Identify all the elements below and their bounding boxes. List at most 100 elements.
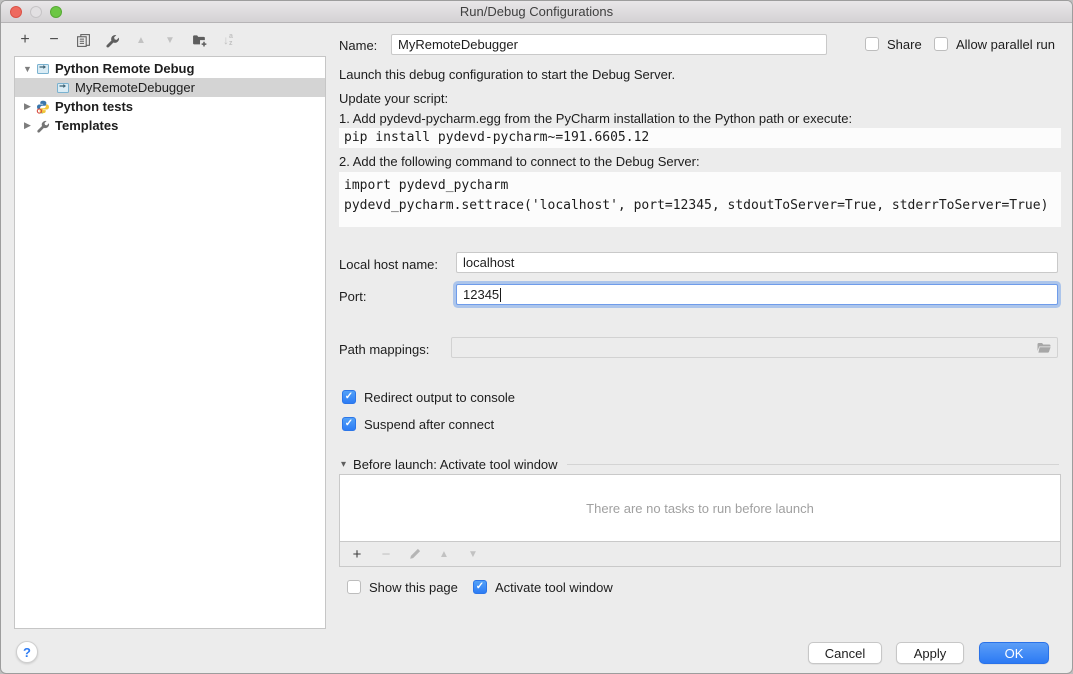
update-script-text: Update your script: <box>339 91 448 106</box>
templates-wrench-icon <box>36 119 50 133</box>
name-input[interactable]: MyRemoteDebugger <box>391 34 827 55</box>
configurations-tree: ▼ Python Remote Debug MyRemoteDebu <box>14 56 326 629</box>
name-input-value: MyRemoteDebugger <box>398 37 518 52</box>
move-task-up-button: ▲ <box>436 546 452 562</box>
run-debug-configurations-dialog: Run/Debug Configurations + − ▲ ▼ <box>0 0 1073 674</box>
before-launch-toolbar: + − ▲ ▼ <box>339 542 1061 567</box>
move-up-icon: ▲ <box>439 549 449 560</box>
tree-item-templates[interactable]: ▶ Templates <box>15 116 325 135</box>
add-configuration-button[interactable]: + <box>17 32 33 48</box>
path-mappings-input[interactable] <box>451 337 1058 358</box>
help-icon: ? <box>23 645 31 660</box>
local-host-name-value: localhost <box>463 255 514 270</box>
settrace-code-block: import pydevd_pycharm pydevd_pycharm.set… <box>339 172 1061 227</box>
minimize-window-button <box>30 6 42 18</box>
show-this-page-label: Show this page <box>369 580 458 595</box>
suspend-after-connect-label: Suspend after connect <box>364 417 494 432</box>
close-window-button[interactable] <box>10 6 22 18</box>
share-checkbox-row: ✓ Share <box>865 36 922 52</box>
move-up-icon: ▲ <box>136 35 146 46</box>
sort-az-icon: ↓ az <box>223 33 233 47</box>
tree-item-python-tests[interactable]: ▶ Python tests <box>15 97 325 116</box>
move-down-button: ▼ <box>162 32 178 48</box>
activate-tool-window-row: ✓ Activate tool window <box>473 579 613 595</box>
path-mappings-label: Path mappings: <box>339 342 429 357</box>
remove-task-button: − <box>378 546 394 562</box>
show-this-page-row: ✓ Show this page <box>347 579 458 595</box>
ok-button-label: OK <box>1005 646 1024 661</box>
redirect-output-row: ✓ Redirect output to console <box>342 389 515 405</box>
pencil-icon <box>408 547 422 561</box>
show-this-page-checkbox[interactable]: ✓ <box>347 580 361 594</box>
folder-icon <box>1036 340 1052 356</box>
port-value: 12345 <box>463 287 499 302</box>
move-task-down-button: ▼ <box>465 546 481 562</box>
remove-configuration-button[interactable]: − <box>46 32 62 48</box>
check-icon: ✓ <box>476 582 484 592</box>
zoom-window-button[interactable] <box>50 6 62 18</box>
code-import-line: import pydevd_pycharm <box>344 176 1061 196</box>
share-checkbox[interactable]: ✓ <box>865 37 879 51</box>
step1-text: 1. Add pydevd-pycharm.egg from the PyCha… <box>339 111 852 126</box>
before-launch-title: Before launch: Activate tool window <box>353 457 558 472</box>
section-divider <box>567 464 1059 465</box>
before-launch-task-list[interactable]: There are no tasks to run before launch <box>339 474 1061 542</box>
expanded-twisty-icon[interactable]: ▼ <box>21 64 34 74</box>
move-up-button: ▲ <box>133 32 149 48</box>
check-icon: ✓ <box>345 419 353 429</box>
configurations-toolbar: + − ▲ ▼ ↓ az <box>14 26 236 54</box>
edit-templates-button[interactable] <box>104 32 120 48</box>
tree-item-label: MyRemoteDebugger <box>75 80 195 95</box>
share-label: Share <box>887 37 922 52</box>
wrench-icon <box>105 33 120 48</box>
ok-button[interactable]: OK <box>979 642 1049 664</box>
redirect-output-label: Redirect output to console <box>364 390 515 405</box>
code-settrace-line: pydevd_pycharm.settrace('localhost', por… <box>344 196 1061 216</box>
port-label: Port: <box>339 289 366 304</box>
collapsed-twisty-icon[interactable]: ▶ <box>21 101 34 112</box>
activate-tool-window-label: Activate tool window <box>495 580 613 595</box>
new-folder-icon <box>192 33 207 48</box>
tree-item-python-remote-debug[interactable]: ▼ Python Remote Debug <box>15 59 325 78</box>
redirect-output-checkbox[interactable]: ✓ <box>342 390 356 404</box>
python-tests-icon <box>36 100 50 114</box>
tree-item-label: Templates <box>55 118 118 133</box>
run-configuration-icon <box>56 81 70 95</box>
move-down-icon: ▼ <box>468 549 478 560</box>
allow-parallel-run-checkbox-row: ✓ Allow parallel run <box>934 36 1055 52</box>
edit-task-button <box>407 546 423 562</box>
before-launch-header: ▾ Before launch: Activate tool window <box>341 457 1059 472</box>
allow-parallel-run-label: Allow parallel run <box>956 37 1055 52</box>
browse-path-mappings-button[interactable] <box>1036 340 1052 356</box>
suspend-after-connect-checkbox[interactable]: ✓ <box>342 417 356 431</box>
copy-icon <box>76 33 91 48</box>
cancel-button[interactable]: Cancel <box>808 642 882 664</box>
local-host-name-label: Local host name: <box>339 257 438 272</box>
new-folder-button[interactable] <box>191 32 207 48</box>
name-label: Name: <box>339 38 377 53</box>
local-host-name-input[interactable]: localhost <box>456 252 1058 273</box>
tree-item-myremotedebugger[interactable]: MyRemoteDebugger <box>15 78 325 97</box>
window-title: Run/Debug Configurations <box>1 1 1072 23</box>
help-button[interactable]: ? <box>16 641 38 663</box>
collapsed-twisty-icon[interactable]: ▶ <box>21 120 34 131</box>
move-down-icon: ▼ <box>165 35 175 46</box>
collapse-section-icon[interactable]: ▾ <box>341 459 346 470</box>
empty-tasks-message: There are no tasks to run before launch <box>586 501 814 516</box>
port-input[interactable]: 12345 <box>456 284 1058 305</box>
traffic-lights <box>10 6 62 18</box>
activate-tool-window-checkbox[interactable]: ✓ <box>473 580 487 594</box>
add-task-button[interactable]: + <box>349 546 365 562</box>
intro-text: Launch this debug configuration to start… <box>339 67 675 82</box>
run-configuration-icon <box>36 62 50 76</box>
tree-item-label: Python Remote Debug <box>55 61 194 76</box>
titlebar[interactable]: Run/Debug Configurations <box>1 1 1072 23</box>
allow-parallel-run-checkbox[interactable]: ✓ <box>934 37 948 51</box>
text-caret <box>500 288 501 302</box>
pip-install-code: pip install pydevd-pycharm~=191.6605.12 <box>339 128 1061 148</box>
apply-button[interactable]: Apply <box>896 642 964 664</box>
step2-text: 2. Add the following command to connect … <box>339 154 700 169</box>
sort-configurations-button: ↓ az <box>220 32 236 48</box>
tree-item-label: Python tests <box>55 99 133 114</box>
copy-configuration-button[interactable] <box>75 32 91 48</box>
